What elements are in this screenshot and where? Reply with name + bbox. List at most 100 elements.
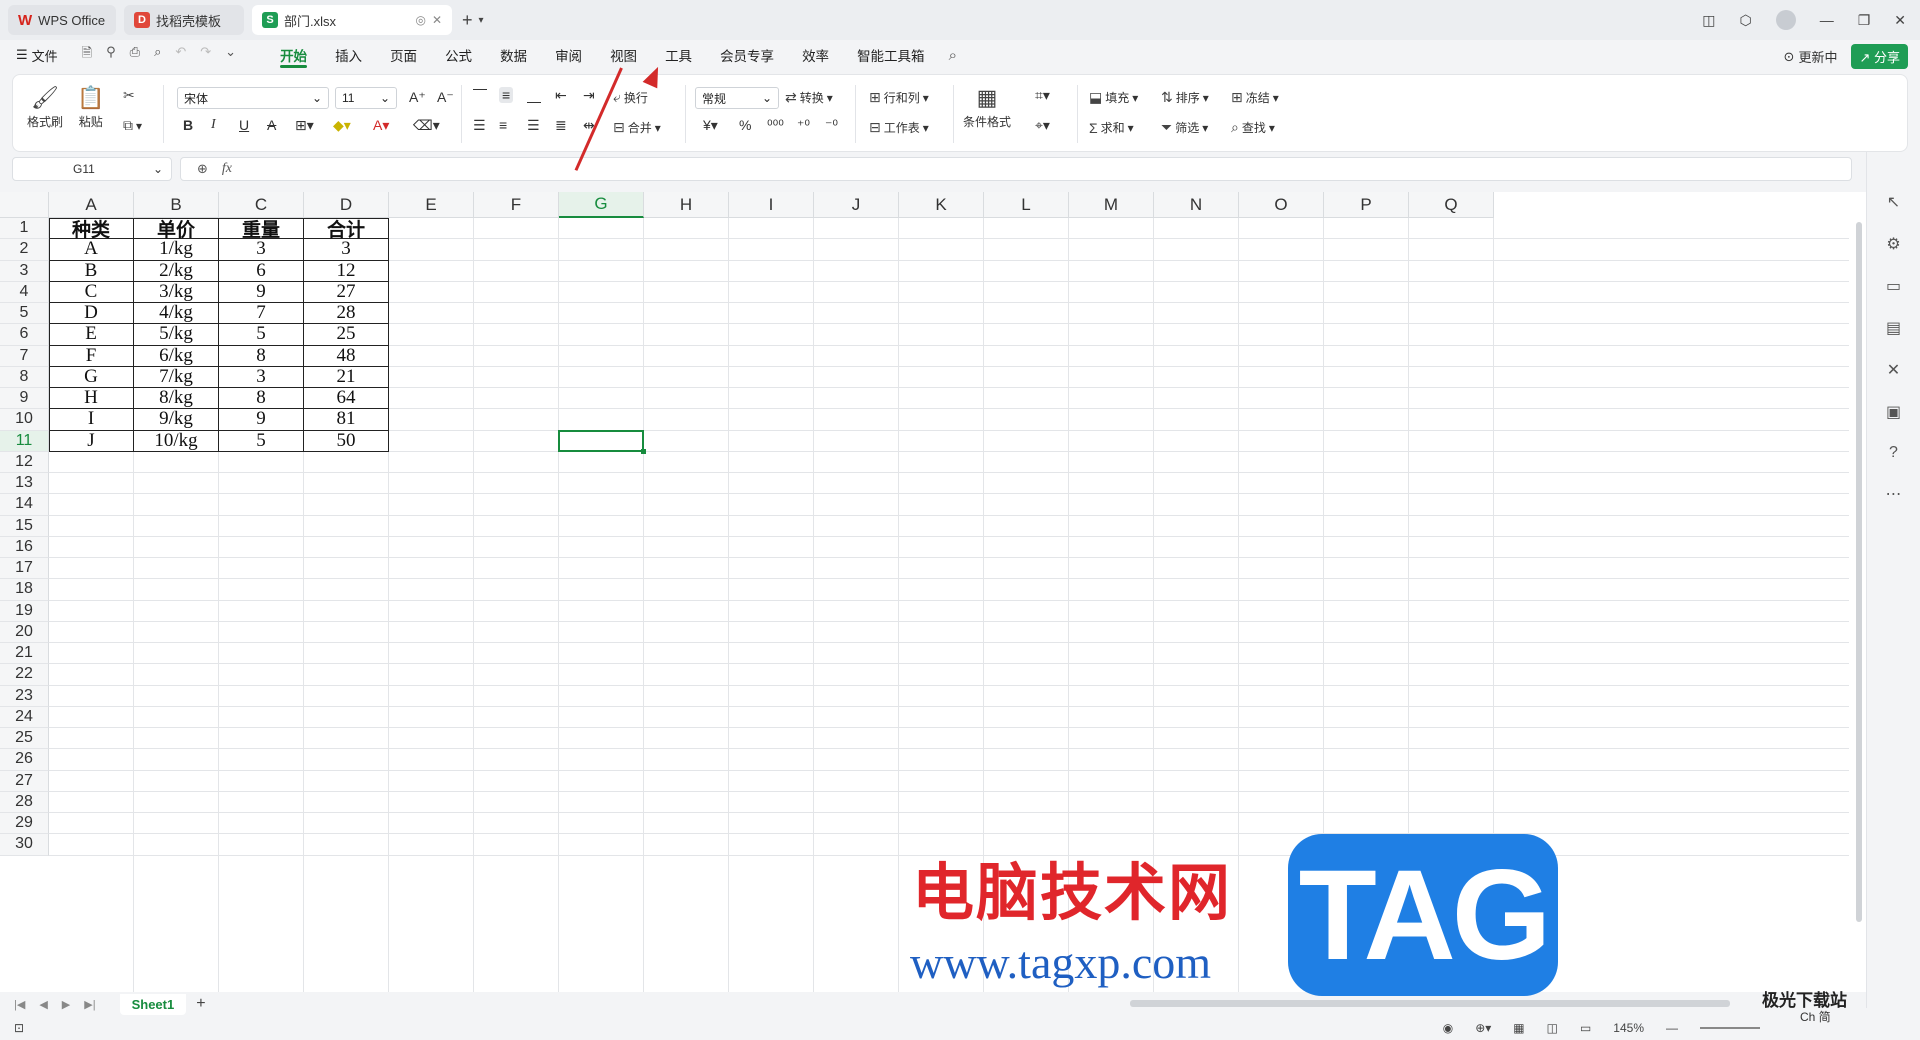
table-cell[interactable]: H <box>49 387 134 410</box>
table-cell[interactable]: 10/kg <box>134 430 219 452</box>
formula-input[interactable]: ⊕ fx <box>180 157 1852 181</box>
column-header[interactable]: H <box>644 192 729 218</box>
align-left-icon[interactable]: ☰ <box>473 117 486 134</box>
table-cell[interactable]: D <box>49 302 134 325</box>
minimize-icon[interactable]: — <box>1820 12 1834 28</box>
sort-button[interactable]: ⇅ 排序 ▾ <box>1161 89 1209 106</box>
table-header-cell[interactable]: 种类 <box>49 218 134 241</box>
filter-button[interactable]: ⏷ 筛选 ▾ <box>1161 119 1208 136</box>
align-right-icon[interactable]: ☰ <box>527 117 540 134</box>
close-icon[interactable]: ✕ <box>432 13 442 27</box>
font-name-select[interactable]: 宋体 ⌄ <box>177 87 329 109</box>
table-cell[interactable]: F <box>49 345 134 367</box>
worksheet-button[interactable]: ⊟ 工作表 ▾ <box>869 119 929 136</box>
row-header[interactable]: 23 <box>0 685 49 707</box>
tab-template[interactable]: D 找稻壳模板 <box>124 5 244 35</box>
table-cell[interactable]: 8/kg <box>134 387 219 410</box>
preview-icon[interactable]: ⌕ <box>154 44 161 66</box>
row-header[interactable]: 1 <box>0 218 49 240</box>
table-cell[interactable]: 50 <box>304 430 389 452</box>
macro-icon[interactable]: ⊡ <box>14 1021 24 1035</box>
zoom-out-icon[interactable]: — <box>1666 1021 1678 1035</box>
column-header[interactable]: N <box>1154 192 1239 218</box>
table-cell[interactable]: 12 <box>304 260 389 282</box>
row-header[interactable]: 8 <box>0 366 49 388</box>
help-icon[interactable]: ? <box>1889 444 1898 462</box>
row-header[interactable]: 13 <box>0 473 49 495</box>
row-header[interactable]: 25 <box>0 728 49 750</box>
thousands-icon[interactable]: ⁰⁰⁰ <box>767 117 784 134</box>
first-sheet-icon[interactable]: |◀ <box>14 998 25 1011</box>
row-header[interactable]: 20 <box>0 621 49 643</box>
table-cell[interactable]: 81 <box>304 408 389 431</box>
share-button[interactable]: ↗ 分享 <box>1851 44 1908 69</box>
align-middle-icon[interactable]: ≡ <box>499 87 514 103</box>
table-cell[interactable]: 7/kg <box>134 366 219 388</box>
pin-icon[interactable]: ◎ <box>415 13 425 27</box>
sheet-tab[interactable]: Sheet1 <box>119 993 187 1015</box>
column-header[interactable]: F <box>474 192 559 218</box>
crop-icon[interactable]: ⌖▾ <box>1035 117 1050 134</box>
normal-view-icon[interactable]: ▦ <box>1513 1021 1524 1035</box>
search-icon[interactable]: ⌕ <box>949 47 957 64</box>
settings-sliders-icon[interactable]: ⚙ <box>1886 234 1900 254</box>
convert-button[interactable]: ⇄ 转换 ▾ <box>785 89 833 106</box>
row-header[interactable]: 10 <box>0 409 49 431</box>
name-box[interactable]: G11 ⌄ <box>12 157 172 181</box>
last-sheet-icon[interactable]: ▶| <box>84 998 95 1011</box>
table-cell[interactable]: 64 <box>304 387 389 410</box>
table-cell[interactable]: E <box>49 323 134 346</box>
table-cell[interactable]: 3 <box>304 238 389 261</box>
tab-5[interactable]: 审阅 <box>541 40 596 70</box>
table-cell[interactable]: A <box>49 238 134 261</box>
indent-increase-icon[interactable]: ⇥ <box>583 87 595 104</box>
tab-wps-office[interactable]: W WPS Office <box>8 5 116 35</box>
table-cell[interactable]: 9 <box>219 281 304 303</box>
cell-style-icon[interactable]: ⌗▾ <box>1035 87 1050 104</box>
tools-icon[interactable]: ✕ <box>1887 360 1900 380</box>
column-header[interactable]: J <box>814 192 899 218</box>
format-painter-button[interactable]: 🖌 格式刷 <box>27 83 63 130</box>
column-header[interactable]: P <box>1324 192 1409 218</box>
row-col-button[interactable]: ⊞ 行和列 ▾ <box>869 89 929 106</box>
prev-sheet-icon[interactable]: ◀ <box>39 998 47 1011</box>
merge-button[interactable]: ⊟ 合并 ▾ <box>613 119 661 136</box>
vertical-scrollbar[interactable] <box>1856 222 1862 922</box>
print-icon[interactable]: ⎙ <box>130 44 140 66</box>
row-header[interactable]: 22 <box>0 664 49 686</box>
comment-icon[interactable]: ▭ <box>1886 276 1901 296</box>
avatar[interactable] <box>1775 10 1796 30</box>
wrap-button[interactable]: ⤶ 换行 <box>613 89 648 106</box>
table-cell[interactable]: 27 <box>304 281 389 303</box>
next-sheet-icon[interactable]: ▶ <box>62 998 70 1011</box>
underline-icon[interactable]: U <box>239 117 249 133</box>
row-header[interactable]: 16 <box>0 536 49 558</box>
align-top-icon[interactable]: ⎺ <box>473 87 487 104</box>
font-size-select[interactable]: 11 ⌄ <box>335 87 397 109</box>
decrease-font-icon[interactable]: A⁻ <box>437 89 454 106</box>
bold-icon[interactable]: B <box>183 117 193 133</box>
sum-button[interactable]: Σ 求和 ▾ <box>1089 119 1134 136</box>
select-all-corner[interactable] <box>0 192 49 218</box>
freeze-button[interactable]: ⊞ 冻结 ▾ <box>1231 89 1279 106</box>
row-header[interactable]: 19 <box>0 600 49 622</box>
row-header[interactable]: 24 <box>0 706 49 728</box>
border-icon[interactable]: ⊞▾ <box>295 117 314 134</box>
zoom-icon[interactable]: ⊕ <box>197 161 208 177</box>
table-cell[interactable]: 6 <box>219 260 304 282</box>
table-cell[interactable]: 3/kg <box>134 281 219 303</box>
column-header[interactable]: O <box>1239 192 1324 218</box>
decimal-increase-icon[interactable]: ⁺⁰ <box>797 117 810 134</box>
row-header[interactable]: 12 <box>0 451 49 473</box>
row-header[interactable]: 4 <box>0 281 49 303</box>
currency-icon[interactable]: ¥▾ <box>703 117 718 134</box>
table-cell[interactable]: 1/kg <box>134 238 219 261</box>
tab-4[interactable]: 数据 <box>486 40 541 70</box>
increase-font-icon[interactable]: A⁺ <box>409 89 426 106</box>
table-cell[interactable]: 3 <box>219 366 304 388</box>
tab-1[interactable]: 插入 <box>321 40 376 70</box>
chart-icon[interactable]: ▤ <box>1886 318 1901 338</box>
column-header[interactable]: M <box>1069 192 1154 218</box>
table-cell[interactable]: J <box>49 430 134 452</box>
tab-6[interactable]: 视图 <box>596 40 651 70</box>
